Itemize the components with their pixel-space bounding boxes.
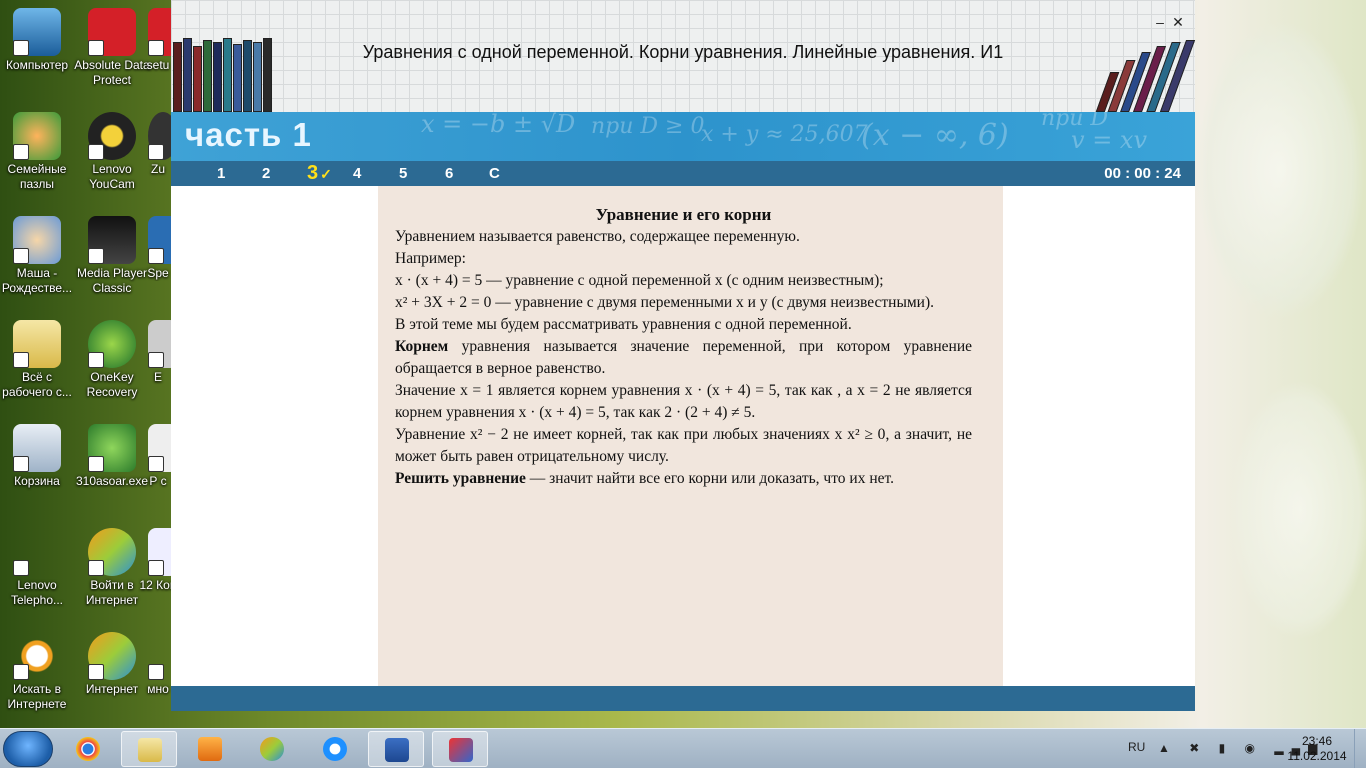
recycle-bin-icon [13, 424, 61, 472]
folder-icon [13, 320, 61, 368]
clock-date: 11.02.2014 [1287, 749, 1347, 763]
footer-bar [171, 686, 1195, 711]
close-button[interactable]: ✕ [1169, 14, 1187, 31]
tab-3[interactable]: 3 ✓ [307, 162, 332, 185]
clock[interactable]: 23:46 11.02.2014 [1282, 734, 1352, 764]
desktop-icon-puzzles[interactable]: Семейные пазлы [0, 112, 77, 192]
taskbar-internet[interactable] [244, 731, 300, 767]
app-header: Уравнения с одной переменной. Корни урав… [171, 0, 1196, 112]
chrome-icon [76, 737, 100, 761]
content-area: Уравнение и его корни Уравнением называе… [171, 186, 1195, 686]
wallpaper-flower [1230, 380, 1366, 640]
check-icon: ✓ [320, 166, 332, 182]
phone-icon [13, 528, 61, 576]
example-one-variable: x · (x + 4) = 5 — уравнение с одной пере… [395, 272, 884, 289]
internet-icon [260, 737, 284, 761]
example-label: Например: [395, 250, 466, 267]
books-image-left [171, 36, 277, 112]
lesson-page: Уравнение и его корни Уравнением называе… [378, 186, 1003, 686]
desktop-icon-computer[interactable]: Компьютер [0, 8, 77, 73]
definition-equation: Уравнением называется равенство, содержа… [395, 228, 800, 245]
math-expression: x · (x + 4) = 5 [395, 272, 483, 289]
math-expression: x² ≥ 0 [847, 426, 886, 443]
example-two-variables: x² + 3X + 2 = 0 — уравнение с двумя пере… [395, 294, 935, 311]
no-roots-example: Уравнение x² − 2 не имеет корней, так ка… [395, 426, 972, 465]
search-icon [13, 632, 61, 680]
banner-formula: v = xv [1071, 126, 1148, 154]
lesson-text: Уравнение и его корни Уравнением называе… [395, 204, 972, 490]
media-player-icon [198, 737, 222, 761]
part-banner: x = −b ± √D при D ≥ 0 x + y ≈ 25,607 (x … [171, 112, 1195, 161]
math-expression: x² − 2 [470, 426, 509, 443]
internet-icon [88, 528, 136, 576]
desktop-icon-search-internet[interactable]: Искать в Интернете [0, 632, 77, 712]
taskbar: RU ▲ ✖ ▮ ◉ ▂▄▆ 23:46 11.02.2014 [0, 728, 1366, 768]
game-icon [13, 216, 61, 264]
math-expression: x · (x + 4) = 5 [684, 382, 777, 399]
app-window: Уравнения с одной переменной. Корни урав… [171, 0, 1196, 711]
clock-time: 23:46 [1301, 734, 1333, 748]
start-button[interactable] [3, 731, 53, 767]
show-desktop-button[interactable] [1354, 729, 1366, 768]
internet-explorer-icon [323, 737, 347, 761]
desktop-icon-masha[interactable]: Маша - Рождестве... [0, 216, 77, 296]
word-icon [385, 738, 409, 762]
tab-6[interactable]: 6 [445, 165, 453, 182]
tab-4[interactable]: 4 [353, 165, 361, 182]
math-expression: 2 · (2 + 4) ≠ 5 [664, 404, 752, 421]
taskbar-chrome[interactable] [60, 731, 116, 767]
minimize-button[interactable]: – [1151, 14, 1169, 30]
recovery-icon [88, 320, 136, 368]
app-title: Уравнения с одной переменной. Корни урав… [362, 42, 1004, 62]
wallpaper-flower [1195, 20, 1365, 320]
lesson-heading: Уравнение и его корни [595, 205, 772, 224]
math-expression: x · (x + 4) = 5 [518, 404, 606, 421]
banner-formula: (x − ∞, 6) [861, 118, 1009, 153]
taskbar-media-player[interactable] [182, 731, 238, 767]
webcam-icon [88, 112, 136, 160]
tab-5[interactable]: 5 [399, 165, 407, 182]
taskbar-word[interactable] [368, 731, 424, 767]
media-player-icon [88, 216, 136, 264]
tab-2[interactable]: 2 [262, 165, 270, 182]
timer: 00 : 00 : 24 [1104, 165, 1181, 182]
tab-c[interactable]: С [489, 165, 500, 182]
internet-icon [88, 632, 136, 680]
app-icon [449, 738, 473, 762]
topic-note: В этой теме мы будем рассматривать уравн… [395, 316, 852, 333]
folder-icon [138, 738, 162, 762]
puzzle-girl-icon [13, 112, 61, 160]
computer-icon [13, 8, 61, 56]
banner-formula: x + y ≈ 25,607 [701, 122, 868, 147]
taskbar-explorer[interactable] [121, 731, 177, 767]
shield-icon [88, 424, 136, 472]
desktop-icon-recycle-bin[interactable]: Корзина [0, 424, 77, 489]
definition-solve: Решить уравнение — значит найти все его … [395, 470, 894, 487]
desktop-icon-folder[interactable]: Всё с рабочего с... [0, 320, 77, 400]
window-controls: – ✕ [1151, 14, 1187, 31]
root-example: Значение x = 1 является корнем уравнения… [395, 382, 972, 421]
section-nav: 1 2 3 ✓ 4 5 6 С 00 : 00 : 24 [171, 161, 1195, 186]
tab-1[interactable]: 1 [217, 165, 225, 182]
taskbar-app[interactable] [432, 731, 488, 767]
part-title: часть 1 [185, 116, 312, 153]
banner-formula: x = −b ± √D [421, 112, 576, 138]
absolute-icon [88, 8, 136, 56]
language-indicator[interactable]: RU [1128, 740, 1145, 754]
desktop-icon-telephone[interactable]: Lenovo Telepho... [0, 528, 77, 608]
banner-formula: при D ≥ 0 [591, 114, 705, 139]
taskbar-internet-explorer[interactable] [307, 731, 363, 767]
books-image-right [1093, 36, 1196, 112]
math-expression: x² + 3X + 2 = 0 [395, 294, 492, 311]
definition-root: Корнем уравнения называется значение пер… [395, 338, 972, 377]
